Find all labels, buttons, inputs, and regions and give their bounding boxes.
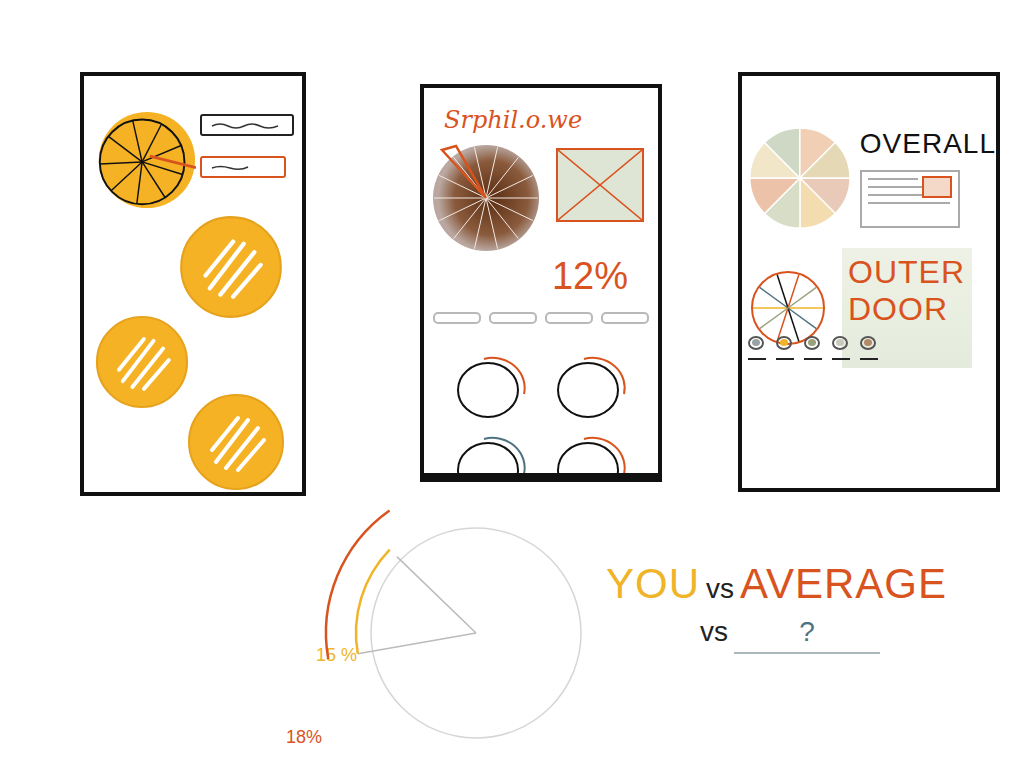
filter-pill[interactable] (489, 312, 537, 324)
ring-chart[interactable] (454, 434, 528, 482)
series-arc: 18% (286, 510, 390, 747)
detail-screen: Srphil.o.we 12% (420, 84, 662, 482)
stat-value: 12% (552, 256, 628, 298)
thumbnail (922, 176, 952, 198)
title-field[interactable] (200, 114, 294, 136)
dash (804, 358, 822, 360)
summary-screen: OVERALL OUTER DOOR (738, 72, 1000, 492)
bubble[interactable] (186, 392, 286, 492)
filter-dot[interactable] (804, 336, 820, 350)
sketch-canvas: Srphil.o.we 12% OVERALL OUTER DOOR 15 % 18% YO… (0, 0, 1024, 768)
ring-chart[interactable] (454, 354, 528, 420)
filter-dot[interactable] (776, 336, 792, 350)
versus-label: vs (706, 573, 734, 605)
home-screen (80, 72, 306, 496)
dash (776, 358, 794, 360)
svg-text:15 %: 15 % (316, 645, 357, 665)
filter-dot[interactable] (832, 336, 848, 350)
series-label: AVERAGE (740, 560, 947, 608)
filter-dot[interactable] (748, 336, 764, 350)
dash (860, 358, 878, 360)
filter-dot[interactable] (860, 336, 876, 350)
image-placeholder (556, 148, 644, 222)
overall-pie-chart (748, 120, 852, 236)
category-label: OUTER DOOR (842, 248, 972, 368)
summary-heading: OVERALL (860, 128, 996, 160)
detail-title: Srphil.o.we (430, 102, 652, 142)
pie-icon[interactable] (94, 106, 196, 214)
bubble[interactable] (94, 314, 190, 410)
dash (748, 358, 766, 360)
value-field[interactable] (200, 156, 286, 178)
comparison-chart: 15 % 18% (276, 498, 606, 750)
compare-target-field[interactable]: ? (734, 616, 880, 654)
bubble[interactable] (178, 214, 284, 320)
squiggle-icon (210, 121, 280, 129)
squiggle-icon (210, 163, 250, 171)
versus-label: vs (700, 616, 728, 648)
filter-pill[interactable] (601, 312, 649, 324)
summary-card[interactable] (860, 170, 960, 228)
comparison-legend: YOUvsAVERAGEvs? (606, 560, 947, 654)
filter-pill[interactable] (545, 312, 593, 324)
ring-chart[interactable] (554, 434, 628, 482)
series-label: YOU (606, 560, 700, 608)
ring-chart[interactable] (554, 354, 628, 420)
radial-chart (430, 142, 542, 254)
svg-text:18%: 18% (286, 727, 322, 747)
dash (832, 358, 850, 360)
filter-pill[interactable] (433, 312, 481, 324)
cross-icon (558, 150, 642, 220)
